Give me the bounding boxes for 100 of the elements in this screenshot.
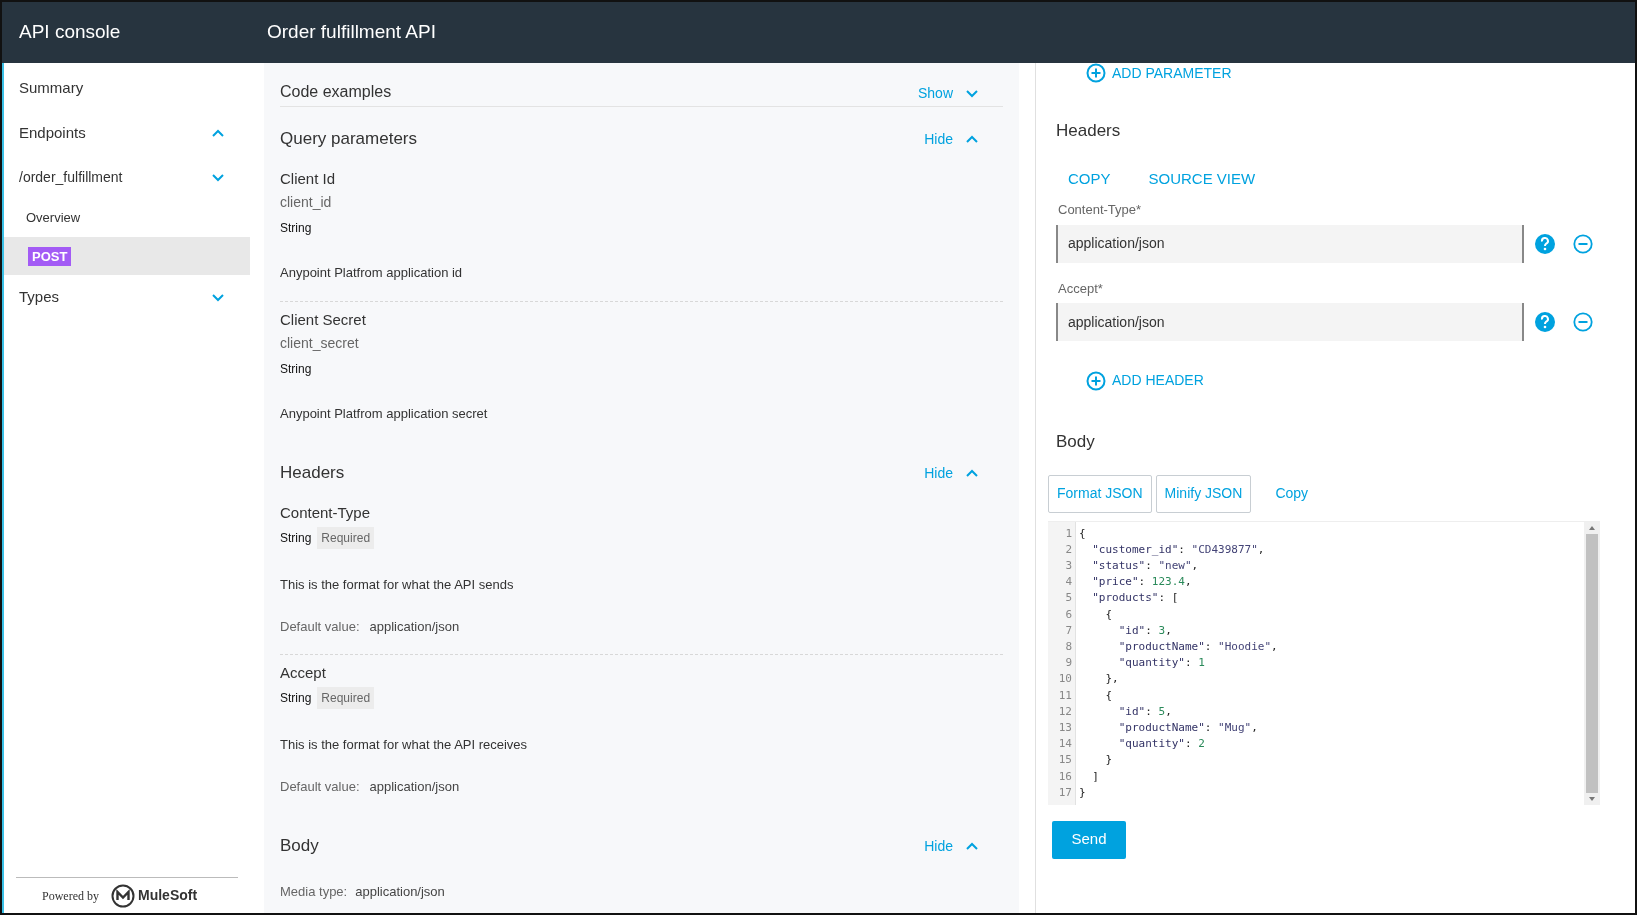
param-key: client_secret (280, 329, 1003, 356)
line-number: 17 (1058, 784, 1072, 801)
code-line: "quantity": 2 (1117, 736, 1205, 753)
line-number: 14 (1058, 736, 1072, 753)
line-number: 3 (1065, 557, 1072, 574)
sidebar-item[interactable]: POST (4, 237, 250, 275)
line-number: 13 (1058, 719, 1072, 736)
chevron-up-icon (965, 468, 979, 478)
chevron-up-icon (965, 134, 979, 144)
app-title: API console (19, 21, 121, 43)
media-type-label: Media type: (280, 883, 348, 901)
param-type: String (280, 690, 312, 707)
plus-circle-icon (1086, 370, 1106, 391)
remove-circle-icon[interactable] (1573, 312, 1593, 332)
code-line: "id": 5, (1117, 703, 1172, 720)
add-header-button[interactable]: ADD HEADER (1086, 370, 1204, 391)
line-number: 2 (1065, 541, 1072, 558)
powered-by-text: Powered by (42, 887, 99, 905)
chevron-down-icon (965, 89, 979, 98)
code-line: { (1079, 525, 1086, 542)
code-line: "quantity": 1 (1117, 655, 1205, 672)
code-line: "products": [ (1091, 590, 1179, 607)
line-number: 16 (1058, 768, 1072, 785)
code-line: "productName": "Mug", (1117, 719, 1258, 736)
code-line: ] (1091, 768, 1099, 785)
line-number: 15 (1058, 752, 1072, 769)
line-number: 5 (1065, 590, 1072, 607)
param-description: Anypoint Platfrom application id (280, 264, 464, 282)
scrollbar[interactable] (1584, 521, 1600, 805)
sidebar-item[interactable]: Endpoints (4, 111, 250, 155)
code-line: "id": 3, (1117, 622, 1172, 639)
line-number: 4 (1065, 574, 1072, 591)
help-icon[interactable] (1535, 312, 1555, 332)
default-value: application/json (369, 617, 460, 636)
section-title: Query parameters (280, 128, 417, 151)
param-name: Client Id (280, 169, 337, 189)
param-description: This is the format for what the API sends (280, 576, 515, 594)
chevron-up-icon (965, 841, 979, 851)
line-number: 9 (1065, 655, 1072, 672)
section-toggle[interactable]: Hide (924, 128, 979, 150)
brand-name: MuleSoft (138, 886, 198, 905)
param-type: String (280, 220, 312, 237)
body-format-button[interactable]: Format JSON (1048, 474, 1152, 513)
sidebar-item[interactable]: Overview (4, 199, 250, 237)
sidebar-item[interactable]: Types (4, 275, 250, 319)
header-field-label: Content-Type* (1058, 201, 1143, 219)
section-title: Body (280, 835, 319, 858)
section-toggle[interactable]: Hide (924, 462, 979, 484)
headers-title: Headers (1056, 120, 1122, 142)
page-title: Order fulfillment API (267, 21, 436, 43)
line-number: 1 (1065, 525, 1072, 542)
param-name: Content-Type (280, 503, 372, 523)
default-value-label: Default value: (280, 777, 360, 796)
help-icon[interactable] (1535, 233, 1555, 254)
header-action-button[interactable]: SOURCE VIEW (1148, 167, 1256, 190)
param-name: Accept (280, 663, 327, 683)
code-line: }, (1104, 671, 1119, 688)
plus-circle-icon (1086, 63, 1106, 83)
header-value-field[interactable]: application/json (1056, 303, 1524, 341)
required-badge: Required (317, 687, 375, 709)
default-value-label: Default value: (280, 617, 360, 636)
code-line: { (1104, 687, 1113, 704)
param-key: client_id (280, 189, 1003, 215)
brand-logo-icon (111, 883, 135, 908)
chevron-down-icon (211, 292, 225, 302)
code-line: } (1079, 784, 1086, 801)
method-badge: POST (28, 246, 72, 266)
param-type: String (280, 530, 312, 547)
param-description: This is the format for what the API receives (280, 736, 529, 754)
media-type-value: application/json (355, 883, 445, 901)
section-toggle[interactable]: Hide (924, 835, 979, 857)
header-value-field[interactable]: application/json (1056, 224, 1524, 263)
line-number: 12 (1058, 703, 1072, 720)
code-line: { (1104, 606, 1113, 623)
section-title: Headers (280, 462, 345, 485)
line-number: 6 (1065, 606, 1072, 623)
header-action-button[interactable]: COPY (1068, 167, 1111, 190)
param-name: Client Secret (280, 309, 367, 330)
add-parameter-button[interactable]: ADD PARAMETER (1086, 61, 1232, 85)
sidebar-item[interactable]: Summary (4, 65, 250, 111)
code-line: "productName": "Hoodie", (1117, 638, 1278, 655)
param-type: String (280, 360, 312, 378)
chevron-down-icon (211, 172, 225, 182)
line-number: 7 (1065, 622, 1072, 639)
code-line: } (1104, 752, 1113, 769)
line-number: 10 (1058, 671, 1072, 688)
param-description: Anypoint Platfrom application secret (280, 404, 489, 423)
remove-circle-icon[interactable] (1573, 233, 1593, 254)
code-line: "price": 123.4, (1091, 574, 1192, 591)
body-title: Body (1056, 431, 1096, 453)
code-line: "status": "new", (1091, 557, 1199, 574)
section-toggle[interactable]: Show (917, 83, 979, 104)
line-number: 11 (1058, 687, 1072, 704)
section-title: Code examples (280, 82, 392, 102)
body-format-button[interactable]: Minify JSON (1155, 474, 1252, 513)
sidebar-item[interactable]: /order_fulfillment (4, 155, 250, 199)
body-copy-button[interactable]: Copy (1255, 474, 1329, 513)
send-button[interactable]: Send (1052, 820, 1126, 859)
header-field-label: Accept* (1058, 279, 1104, 298)
code-editor[interactable] (1048, 520, 1600, 805)
